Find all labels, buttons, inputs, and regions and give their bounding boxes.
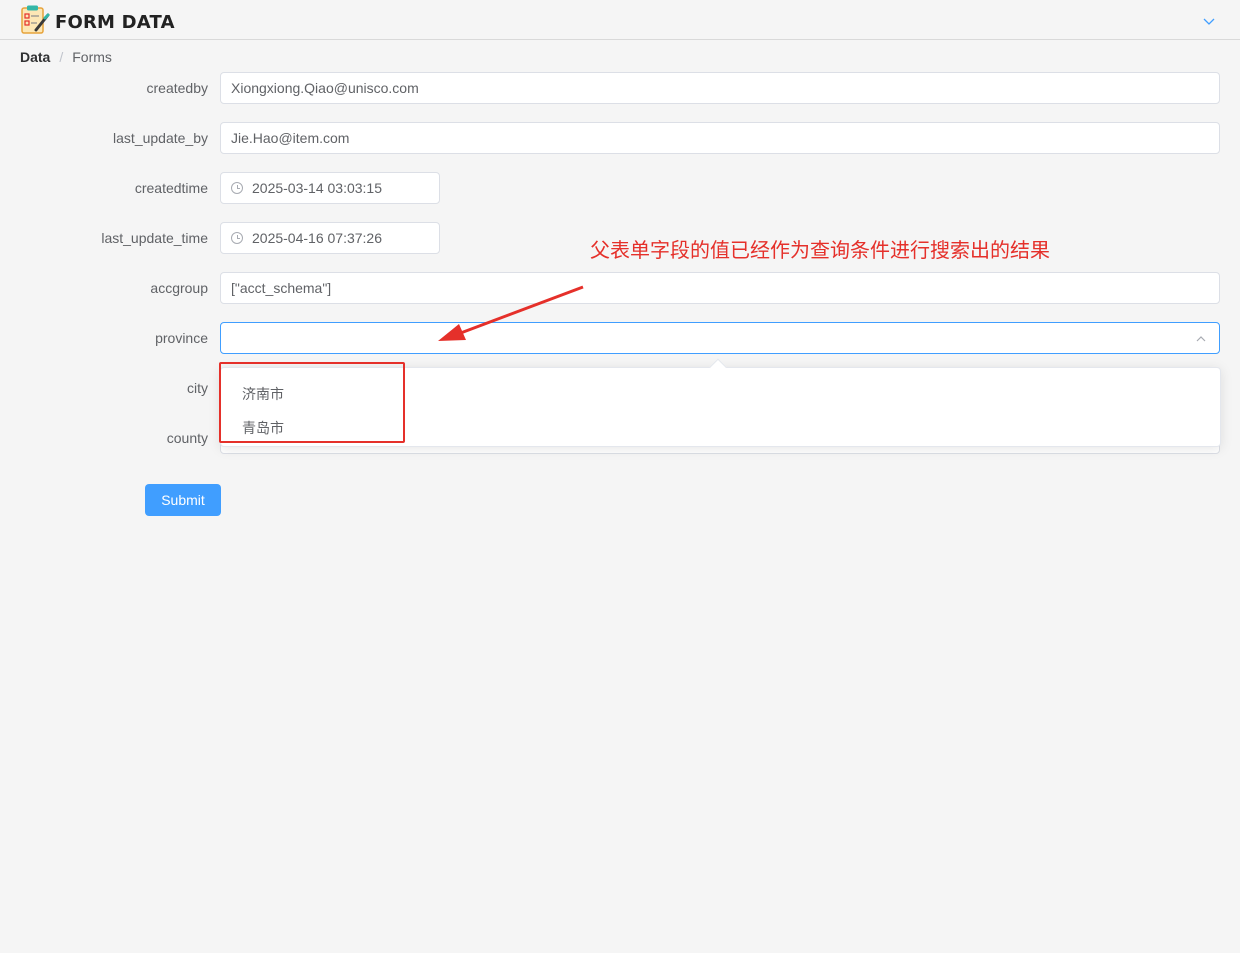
highlight-box (219, 362, 405, 443)
clock-icon (231, 232, 243, 244)
last-update-by-value: Jie.Hao@item.com (231, 130, 350, 146)
city-label: city (187, 380, 208, 396)
createdtime-value: 2025-03-14 03:03:15 (252, 180, 382, 196)
app-title: FORM DATA (55, 12, 175, 33)
createdtime-label: createdtime (134, 180, 208, 196)
createdby-label: createdby (146, 80, 208, 96)
last-update-time-label: last_update_time (101, 230, 208, 246)
last-update-by-label: last_update_by (113, 130, 208, 146)
createdby-value: Xiongxiong.Qiao@unisco.com (231, 80, 419, 96)
annotation-text: 父表单字段的值已经作为查询条件进行搜索出的结果 (590, 238, 1050, 262)
chevron-down-icon[interactable] (1202, 14, 1216, 28)
county-label: county (166, 430, 208, 446)
accgroup-label: accgroup (150, 280, 208, 296)
breadcrumb-item-forms: Forms (72, 49, 112, 65)
last-update-by-field[interactable]: Jie.Hao@item.com (220, 122, 1220, 154)
submit-button[interactable]: Submit (145, 484, 221, 516)
breadcrumb: Data / Forms (20, 49, 112, 65)
last-update-time-picker[interactable]: 2025-04-16 07:37:26 (220, 222, 440, 254)
accgroup-field[interactable]: ["acct_schema"] (220, 272, 1220, 304)
last-update-time-value: 2025-04-16 07:37:26 (252, 230, 382, 246)
createdby-field[interactable]: Xiongxiong.Qiao@unisco.com (220, 72, 1220, 104)
province-label: province (155, 330, 208, 346)
chevron-up-icon[interactable] (1195, 333, 1207, 345)
createdtime-picker[interactable]: 2025-03-14 03:03:15 (220, 172, 440, 204)
breadcrumb-separator: / (59, 49, 64, 65)
clipboard-checklist-icon (21, 5, 50, 34)
breadcrumb-item-data[interactable]: Data (20, 49, 50, 65)
accgroup-value: ["acct_schema"] (231, 280, 332, 296)
app-header: FORM DATA (0, 0, 1240, 40)
province-select[interactable] (220, 322, 1220, 354)
clock-icon (231, 182, 243, 194)
